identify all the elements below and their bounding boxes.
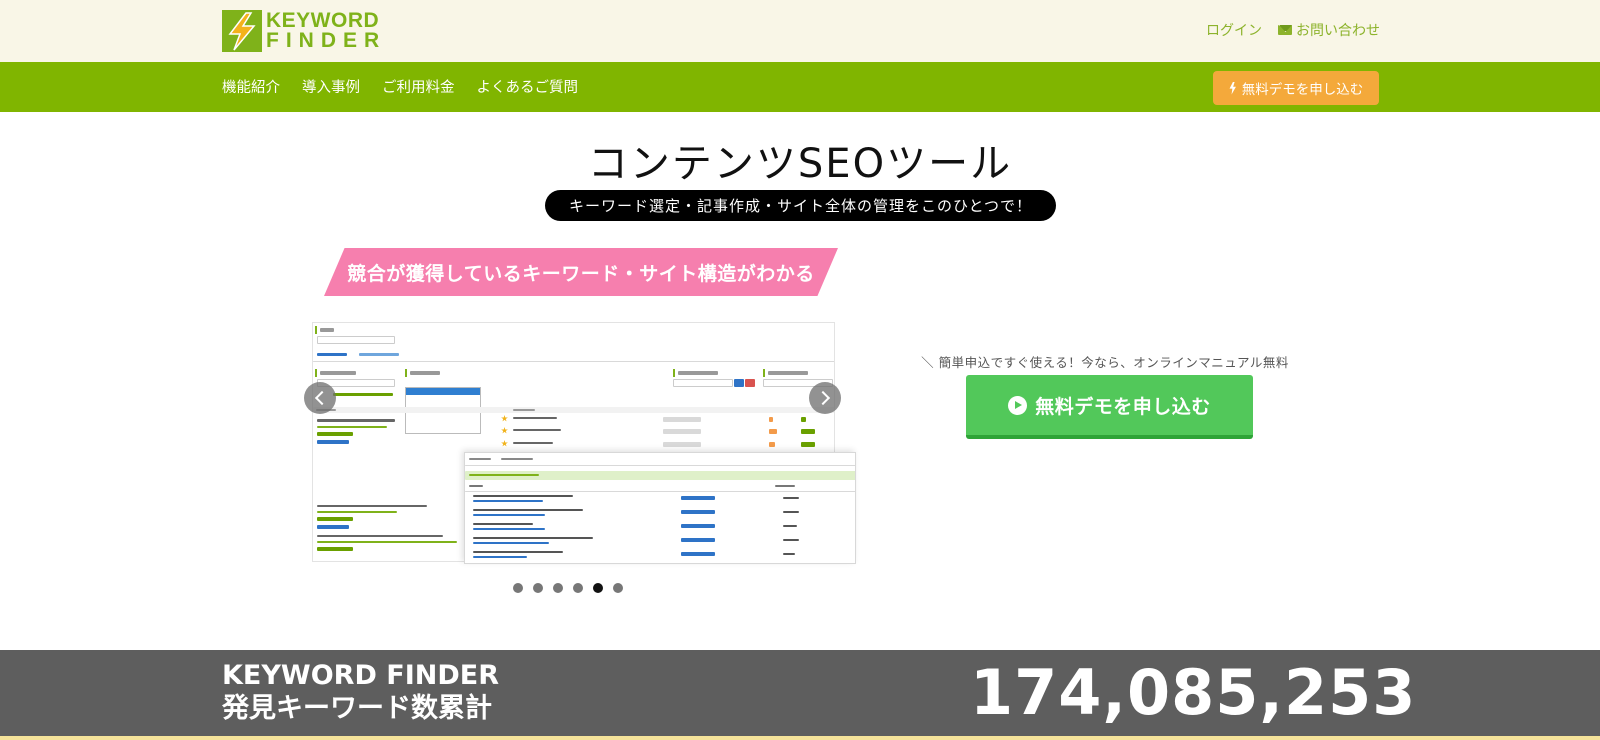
slide-screenshot-overlay [464, 452, 856, 564]
nav-demo-label: 無料デモを申し込む [1241, 82, 1364, 98]
demo-request-label: 無料デモを申し込む [1035, 395, 1211, 418]
carousel-dot-3[interactable] [553, 583, 563, 593]
carousel-dot-1[interactable] [513, 583, 523, 593]
logo-wordmark: KEYWORD FINDER [266, 9, 387, 52]
nav-items: 機能紹介 導入事例 ご利用料金 よくあるご質問 [222, 76, 578, 97]
header-links: ログイン お問い合わせ [1206, 20, 1380, 40]
counter-label-line2: 発見キーワード数累計 [222, 693, 492, 724]
nav-item-case-studies[interactable]: 導入事例 [302, 76, 360, 97]
carousel-dot-6[interactable] [613, 583, 623, 593]
carousel-next-button[interactable] [809, 382, 841, 414]
mail-icon [1278, 25, 1292, 35]
nav-item-pricing[interactable]: ご利用料金 [382, 76, 455, 97]
carousel-indicators [513, 583, 623, 593]
hero-tagline: キーワード選定・記事作成・サイト全体の管理をこのひとつで！ [545, 190, 1056, 221]
carousel-prev-button[interactable] [304, 382, 336, 414]
counter-label: KEYWORD FINDER 発見キーワード数累計 [222, 659, 499, 725]
bolt-icon [1229, 81, 1236, 95]
nav-demo-button[interactable]: 無料デモを申し込む [1213, 71, 1379, 105]
counter-label-line1: KEYWORD FINDER [222, 660, 499, 691]
play-circle-icon [1008, 395, 1028, 415]
feature-carousel: 競合が獲得しているキーワード・サイト構造がわかる [304, 248, 856, 608]
slide-title: 競合が獲得しているキーワード・サイト構造がわかる [324, 248, 838, 296]
contact-link[interactable]: お問い合わせ [1278, 20, 1380, 40]
top-header: KEYWORD FINDER ログイン お問い合わせ [0, 0, 1600, 62]
carousel-dot-5-active[interactable] [593, 583, 603, 593]
nav-item-features[interactable]: 機能紹介 [222, 76, 280, 97]
login-link[interactable]: ログイン [1206, 20, 1262, 40]
counter-value: 174,085,253 [970, 656, 1417, 729]
nav-item-faq[interactable]: よくあるご質問 [477, 76, 579, 97]
demo-request-button[interactable]: 無料デモを申し込む [966, 375, 1253, 439]
logo-line2: FINDER [266, 29, 387, 52]
contact-label: お問い合わせ [1296, 23, 1380, 39]
hero-title: コンテンツSEOツール [587, 141, 1013, 187]
site-logo[interactable]: KEYWORD FINDER [222, 10, 386, 52]
lightning-logo-icon [222, 10, 262, 52]
main-nav: 機能紹介 導入事例 ご利用料金 よくあるご質問 無料デモを申し込む [0, 62, 1600, 112]
counter-bottom-edge [0, 736, 1600, 740]
carousel-dot-2[interactable] [533, 583, 543, 593]
carousel-dot-4[interactable] [573, 583, 583, 593]
keyword-counter-bar: KEYWORD FINDER 発見キーワード数累計 174,085,253 [0, 650, 1600, 740]
logo-line1: KEYWORD [266, 9, 380, 32]
login-label: ログイン [1206, 23, 1262, 39]
